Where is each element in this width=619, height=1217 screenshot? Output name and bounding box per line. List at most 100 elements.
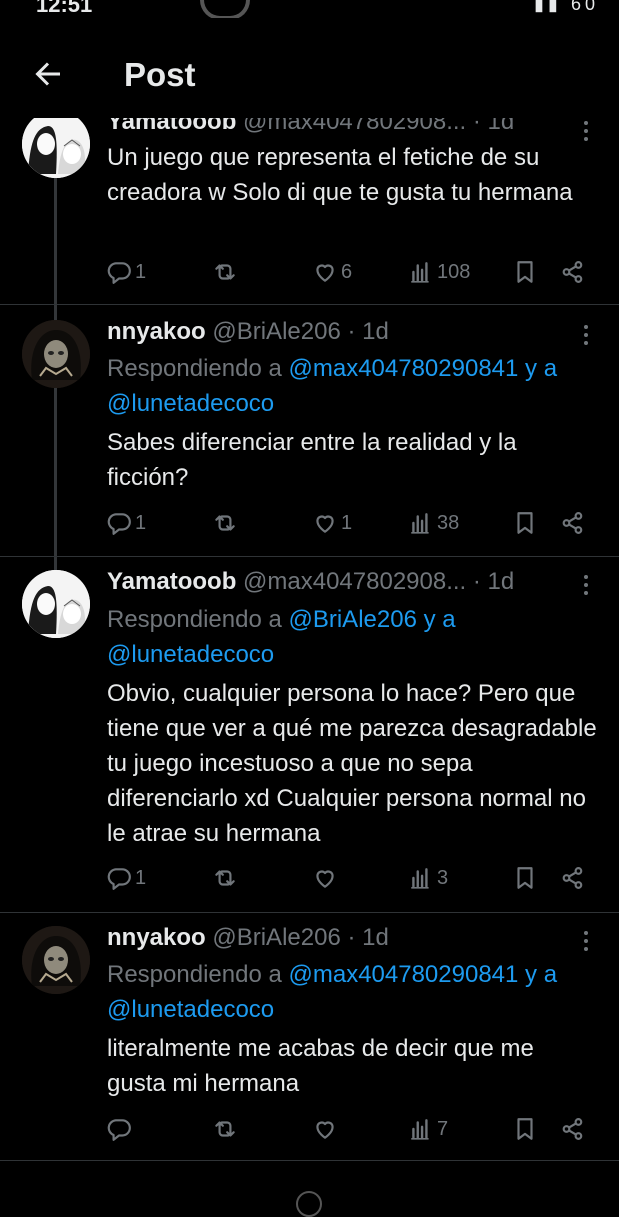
- like-count: 1: [341, 511, 353, 534]
- views-button[interactable]: 108: [408, 257, 470, 287]
- bookmark-button[interactable]: [512, 863, 538, 893]
- like-button[interactable]: [312, 1114, 341, 1144]
- tweet-meta: nnyakoo @BriAle206 · 1d: [107, 318, 389, 346]
- system-nav-bar: [0, 1160, 619, 1217]
- mention-joiner: y: [525, 961, 538, 988]
- views-icon: [411, 262, 429, 283]
- like-icon: [316, 1121, 334, 1139]
- retweet-button[interactable]: [212, 508, 241, 538]
- reply-icon: [107, 868, 131, 890]
- views-count: 38: [437, 511, 460, 534]
- replying-to-label: Respondiendo a: [107, 355, 282, 382]
- bookmark-button[interactable]: [512, 257, 538, 287]
- mention-link[interactable]: @lunetadecoco: [107, 641, 274, 668]
- share-button[interactable]: [560, 1114, 586, 1144]
- replying-to: Respondiendo a @max404780290841 y a @lun…: [107, 351, 597, 421]
- retweet-icon: [215, 515, 235, 531]
- replying-to: Respondiendo a @max404780290841 y a @lun…: [107, 957, 597, 1027]
- home-gesture-icon[interactable]: [296, 1191, 322, 1217]
- user-handle: @BriAle206: [212, 924, 341, 951]
- more-options-button[interactable]: [576, 322, 596, 350]
- avatar[interactable]: [22, 570, 90, 638]
- like-button[interactable]: 1: [312, 508, 352, 538]
- reply-icon: [107, 513, 131, 535]
- like-icon: [316, 264, 334, 282]
- retweet-icon: [215, 870, 235, 886]
- top-app-bar: Post: [0, 18, 619, 118]
- post-time: · 1d: [347, 318, 389, 345]
- back-arrow-icon: [35, 62, 60, 86]
- views-button[interactable]: 3: [408, 863, 448, 893]
- bookmark-button[interactable]: [512, 508, 538, 538]
- reply-icon: [107, 262, 131, 284]
- tweet-text: Obvio, cualquier persona lo hace? Pero q…: [107, 680, 597, 847]
- tweet-actions: 1 1 38: [0, 508, 619, 538]
- retweet-button[interactable]: [212, 1114, 241, 1144]
- retweet-icon: [215, 1121, 235, 1137]
- views-icon: [411, 1119, 429, 1140]
- like-icon: [316, 515, 334, 533]
- back-button[interactable]: [30, 56, 66, 92]
- like-icon: [316, 870, 334, 888]
- bookmark-icon: [517, 261, 533, 283]
- tweet-meta: Yamatooob @max4047802908... · 1d: [107, 568, 514, 596]
- avatar-image: [22, 926, 90, 994]
- user-handle: @max4047802908...: [243, 568, 467, 595]
- views-icon: [411, 868, 429, 889]
- share-icon: [562, 512, 583, 534]
- tweet-actions: 7: [0, 1114, 619, 1144]
- user-handle: @BriAle206: [212, 318, 341, 345]
- more-options-button[interactable]: [576, 928, 596, 956]
- display-name[interactable]: nnyakoo: [107, 318, 206, 345]
- tweet-actions: 13: [0, 863, 619, 893]
- reply-button[interactable]: [106, 1114, 135, 1144]
- retweet-button[interactable]: [212, 863, 241, 893]
- avatar-image: [22, 320, 90, 388]
- reply-button[interactable]: 1: [106, 863, 146, 893]
- share-button[interactable]: [560, 863, 586, 893]
- display-name[interactable]: nnyakoo: [107, 924, 206, 951]
- avatar[interactable]: [22, 110, 90, 178]
- bookmark-button[interactable]: [512, 1114, 538, 1144]
- status-bar: 12:51 ▮▮ 60: [0, 0, 619, 20]
- tweet-actions: 1 6 108: [0, 257, 619, 287]
- avatar[interactable]: [22, 320, 90, 388]
- replying-to-label: Respondiendo a: [107, 606, 282, 633]
- post-time: · 1d: [347, 924, 389, 951]
- status-time: 12:51: [36, 0, 93, 17]
- share-button[interactable]: [560, 508, 586, 538]
- reply-count: 1: [135, 260, 147, 283]
- bookmark-icon: [517, 1118, 533, 1140]
- status-system-icons: ▮▮ 60: [534, 0, 599, 14]
- reply-count: 1: [135, 511, 147, 534]
- avatar[interactable]: [22, 926, 90, 994]
- views-button[interactable]: 7: [408, 1114, 448, 1144]
- divider: [0, 304, 619, 305]
- mention-joiner: y: [525, 355, 538, 382]
- mention-link[interactable]: @BriAle206 y a: [288, 606, 455, 633]
- reply-button[interactable]: 1: [106, 508, 146, 538]
- tweet-text: Sabes diferenciar entre la realidad y la…: [107, 429, 517, 491]
- views-count: 108: [437, 260, 471, 283]
- tweet-meta: nnyakoo @BriAle206 · 1d: [107, 924, 389, 952]
- bookmark-icon: [517, 512, 533, 534]
- tweet-text: literalmente me acabas de decir que me g…: [107, 1035, 534, 1097]
- replying-to-label: Respondiendo a: [107, 961, 282, 988]
- reply-icon: [107, 1119, 131, 1141]
- retweet-icon: [215, 264, 235, 280]
- views-count: 3: [437, 866, 449, 889]
- more-options-button[interactable]: [576, 572, 596, 600]
- like-button[interactable]: [312, 863, 341, 893]
- camera-cutout: [200, 0, 250, 20]
- like-button[interactable]: 6: [312, 257, 352, 287]
- share-icon: [562, 1118, 583, 1140]
- mention-link[interactable]: @max404780290841: [288, 355, 518, 382]
- reply-button[interactable]: 1: [106, 257, 146, 287]
- retweet-button[interactable]: [212, 257, 241, 287]
- display-name[interactable]: Yamatooob: [107, 568, 236, 595]
- views-icon: [411, 513, 429, 534]
- views-count: 7: [437, 1117, 449, 1140]
- share-button[interactable]: [560, 257, 586, 287]
- mention-link[interactable]: @max404780290841: [288, 961, 518, 988]
- views-button[interactable]: 38: [408, 508, 459, 538]
